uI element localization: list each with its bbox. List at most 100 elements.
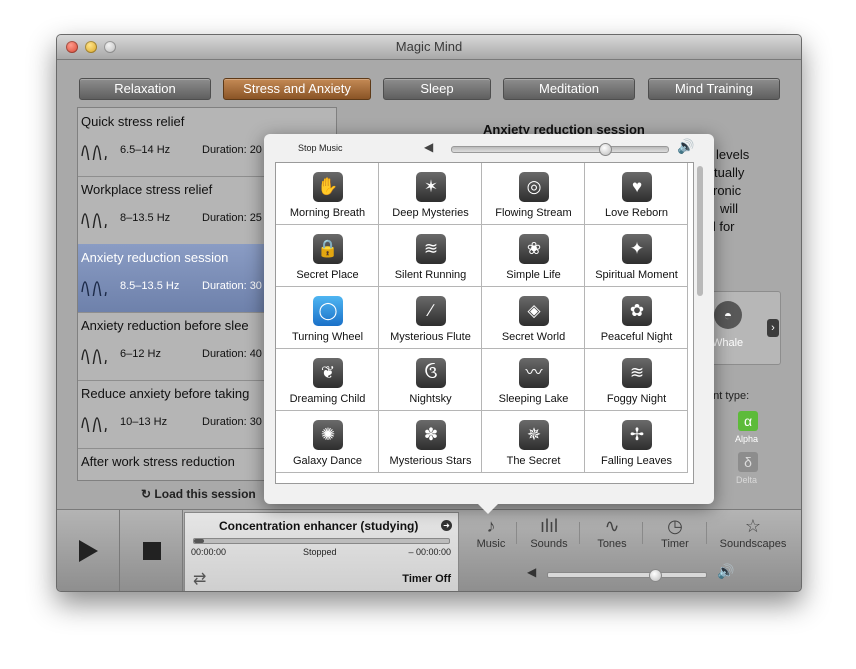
flowing-stream-icon: ◎: [519, 172, 549, 202]
category-tabs: Relaxation Stress and Anxiety Sleep Medi…: [57, 78, 801, 100]
divider: [516, 522, 517, 544]
nav-tones-label: Tones: [597, 538, 627, 550]
music-item-secret-place[interactable]: 🔒 Secret Place: [276, 225, 379, 287]
music-item-label: Peaceful Night: [600, 331, 673, 343]
window-title: Magic Mind: [395, 39, 463, 54]
master-volume-knob[interactable]: [649, 569, 663, 582]
music-item-nightsky[interactable]: ઉ Nightsky: [379, 349, 482, 411]
mysterious-flute-icon: ∕: [416, 296, 446, 326]
music-item-label: Secret World: [501, 331, 566, 343]
waveform-icon: [81, 213, 107, 228]
carousel-next-button[interactable]: ›: [767, 319, 779, 337]
session-title: Reduce anxiety before taking: [81, 386, 250, 401]
repeat-icon[interactable]: ⇄: [193, 569, 206, 589]
galaxy-dance-icon: ✺: [313, 420, 343, 450]
delta-wave-button[interactable]: δ: [738, 452, 758, 472]
music-item-flowing-stream[interactable]: ◎ Flowing Stream: [482, 163, 585, 225]
session-duration: Duration: 20: [202, 144, 262, 156]
time-elapsed: 00:00:00: [191, 547, 227, 557]
music-item-spiritual-moment[interactable]: ✦ Spiritual Moment: [585, 225, 688, 287]
master-volume-slider[interactable]: [547, 569, 707, 582]
stop-music-button[interactable]: Stop Music: [298, 143, 343, 153]
music-item-label: Secret Place: [296, 269, 359, 281]
whale-icon[interactable]: ◓: [714, 301, 742, 329]
nav-sounds-button[interactable]: ılıl Sounds: [525, 514, 573, 556]
nav-timer-label: Timer: [661, 538, 689, 550]
tab-sleep[interactable]: Sleep: [383, 78, 491, 100]
session-duration: Duration: 30: [202, 280, 262, 292]
nav-music-label: Music: [476, 538, 506, 550]
music-item-silent-running[interactable]: ≋ Silent Running: [379, 225, 482, 287]
music-item-love-reborn[interactable]: ♥ Love Reborn: [585, 163, 688, 225]
alpha-wave-button[interactable]: α: [738, 411, 758, 431]
music-item-simple-life[interactable]: ❀ Simple Life: [482, 225, 585, 287]
music-item-secret-world[interactable]: ◈ Secret World: [482, 287, 585, 349]
the-secret-icon: ✵: [519, 420, 549, 450]
equalizer-icon: ılıl: [540, 516, 558, 536]
music-item-galaxy-dance[interactable]: ✺ Galaxy Dance: [276, 411, 379, 473]
waveform-icon: [81, 417, 107, 432]
music-item-sleeping-lake[interactable]: 〰 Sleeping Lake: [482, 349, 585, 411]
music-item-label: Silent Running: [394, 269, 467, 281]
waveform-icon: [81, 145, 107, 160]
play-icon: [79, 540, 98, 562]
divider: [579, 522, 580, 544]
play-button[interactable]: [57, 510, 120, 591]
music-volume-slider[interactable]: [451, 143, 669, 156]
music-item-label: Dreaming Child: [289, 393, 366, 405]
tab-stress-and-anxiety[interactable]: Stress and Anxiety: [223, 78, 371, 100]
volume-low-icon: ◀: [527, 565, 537, 579]
session-frequency: 8.5–13.5 Hz: [120, 280, 180, 292]
music-item-mysterious-flute[interactable]: ∕ Mysterious Flute: [379, 287, 482, 349]
music-item-foggy-night[interactable]: ≋ Foggy Night: [585, 349, 688, 411]
music-volume-knob[interactable]: [599, 143, 613, 156]
wave-icon: ∿: [604, 516, 620, 536]
clock-icon: ◷: [667, 516, 683, 536]
scrollbar[interactable]: [697, 166, 703, 296]
music-item-mysterious-stars[interactable]: ✽ Mysterious Stars: [379, 411, 482, 473]
music-item-falling-leaves[interactable]: ✢ Falling Leaves: [585, 411, 688, 473]
progress-bar[interactable]: [193, 538, 450, 544]
waveform-icon: [81, 281, 107, 296]
session-duration: Duration: 40: [202, 348, 262, 360]
tab-mind-training[interactable]: Mind Training: [648, 78, 780, 100]
music-item-deep-mysteries[interactable]: ✶ Deep Mysteries: [379, 163, 482, 225]
stop-icon: [143, 542, 161, 560]
nightsky-icon: ઉ: [416, 358, 446, 388]
dreaming-child-icon: ❦: [313, 358, 343, 388]
whale-label: Whale: [712, 337, 744, 349]
nav-music-button[interactable]: ♪ Music: [471, 514, 511, 556]
music-item-turning-wheel[interactable]: ◯ Turning Wheel: [276, 287, 379, 349]
go-arrow-icon[interactable]: ➜: [441, 520, 452, 531]
volume-high-icon: 🔊: [677, 138, 695, 154]
deep-mysteries-icon: ✶: [416, 172, 446, 202]
session-title: Quick stress relief: [81, 114, 185, 129]
music-item-dreaming-child[interactable]: ❦ Dreaming Child: [276, 349, 379, 411]
nav-soundscapes-label: Soundscapes: [719, 538, 787, 550]
player-status: Stopped: [303, 547, 337, 557]
session-detail-text: levels: [716, 147, 750, 162]
session-frequency: 6–12 Hz: [120, 348, 161, 360]
music-item-label: Morning Breath: [289, 207, 366, 219]
session-title: Anxiety reduction before slee: [81, 318, 249, 333]
simple-life-icon: ❀: [519, 234, 549, 264]
divider: [642, 522, 643, 544]
music-item-label: Galaxy Dance: [292, 455, 363, 467]
spiritual-moment-icon: ✦: [622, 234, 652, 264]
music-item-label: Falling Leaves: [601, 455, 672, 467]
music-grid: ✋ Morning Breath ✶ Deep Mysteries ◎ Flowing S…: [275, 162, 694, 484]
nav-tones-button[interactable]: ∿ Tones: [589, 514, 635, 556]
love-reborn-icon: ♥: [622, 172, 652, 202]
stop-button[interactable]: [120, 510, 183, 591]
nav-soundscapes-button[interactable]: ☆ Soundscapes: [715, 514, 791, 556]
tab-relaxation[interactable]: Relaxation: [79, 78, 211, 100]
session-frequency: 8–13.5 Hz: [120, 212, 171, 224]
music-item-morning-breath[interactable]: ✋ Morning Breath: [276, 163, 379, 225]
tab-meditation[interactable]: Meditation: [503, 78, 635, 100]
music-item-the-secret[interactable]: ✵ The Secret: [482, 411, 585, 473]
turning-wheel-icon: ◯: [313, 296, 343, 326]
music-item-peaceful-night[interactable]: ✿ Peaceful Night: [585, 287, 688, 349]
load-session-button[interactable]: ↻ Load this session: [141, 487, 256, 501]
music-note-icon: ♪: [486, 516, 496, 536]
nav-timer-button[interactable]: ◷ Timer: [653, 514, 697, 556]
